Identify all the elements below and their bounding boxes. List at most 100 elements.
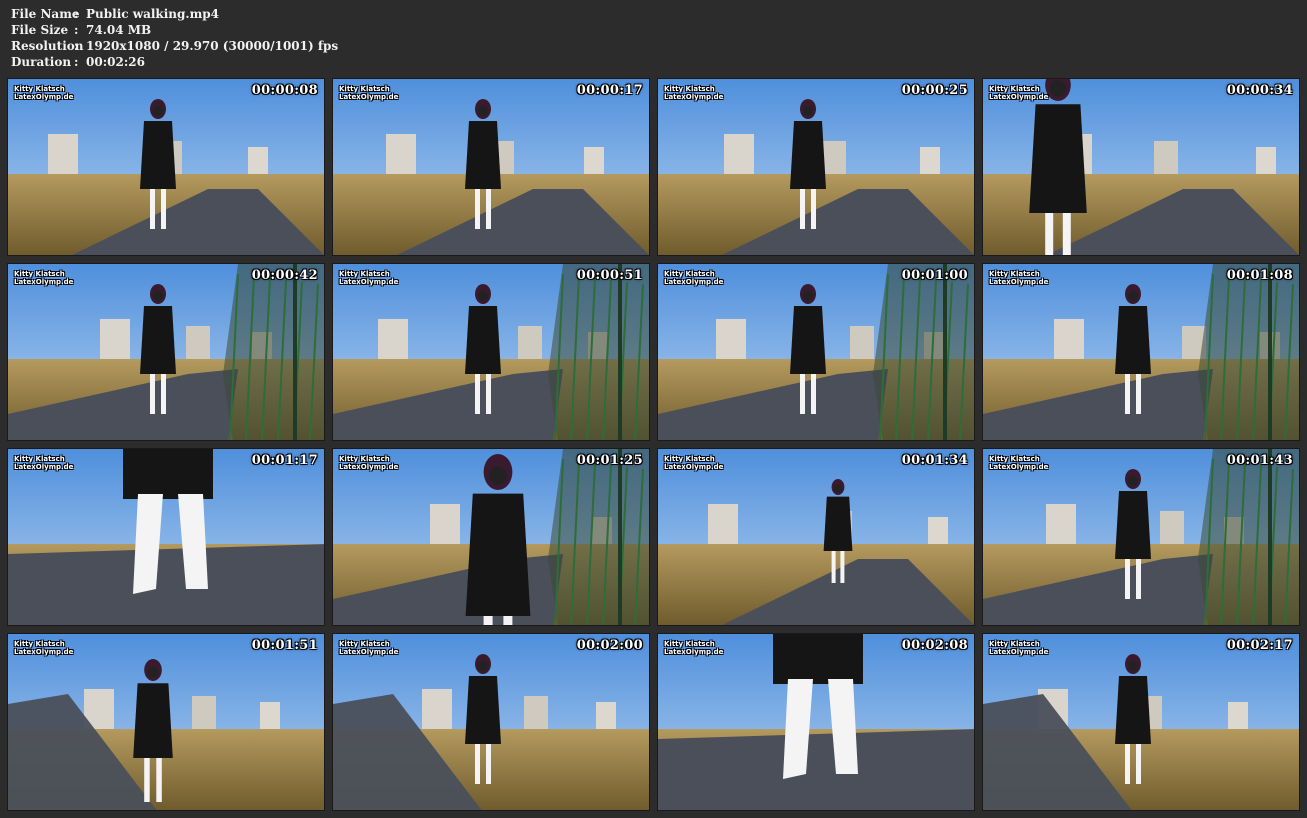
timestamp-label: 00:00:25 xyxy=(901,83,968,98)
thumbnail-image xyxy=(658,449,974,625)
video-thumbnail[interactable]: Kitty Klatsch LatexOlymp.de 00:02:00 xyxy=(332,633,650,811)
video-thumbnail[interactable]: Kitty Klatsch LatexOlymp.de 00:00:08 xyxy=(7,78,325,256)
watermark-line-1: Kitty Klatsch xyxy=(664,455,715,463)
watermark-logo: Kitty Klatsch LatexOlymp.de xyxy=(989,270,1048,286)
watermark-logo: Kitty Klatsch LatexOlymp.de xyxy=(339,85,398,101)
thumbnail-image xyxy=(333,79,649,255)
video-thumbnail[interactable]: Kitty Klatsch LatexOlymp.de 00:00:17 xyxy=(332,78,650,256)
watermark-logo: Kitty Klatsch LatexOlymp.de xyxy=(14,640,73,656)
timestamp-label: 00:01:00 xyxy=(901,268,968,283)
video-thumbnail[interactable]: Kitty Klatsch LatexOlymp.de 00:02:08 xyxy=(657,633,975,811)
watermark-line-2: LatexOlymp.de xyxy=(989,463,1049,471)
video-thumbnail[interactable]: Kitty Klatsch LatexOlymp.de 00:01:17 xyxy=(7,448,325,626)
watermark-logo: Kitty Klatsch LatexOlymp.de xyxy=(664,455,723,471)
watermark-logo: Kitty Klatsch LatexOlymp.de xyxy=(339,455,398,471)
watermark-line-1: Kitty Klatsch xyxy=(339,455,390,463)
thumbnail-image xyxy=(8,79,324,255)
watermark-line-1: Kitty Klatsch xyxy=(989,455,1040,463)
resolution-label: Resolution xyxy=(11,39,84,53)
watermark-line-2: LatexOlymp.de xyxy=(339,648,399,656)
watermark-line-2: LatexOlymp.de xyxy=(339,278,399,286)
file-name-value: Public walking.mp4 xyxy=(86,7,220,21)
video-thumbnail[interactable]: Kitty Klatsch LatexOlymp.de 00:00:25 xyxy=(657,78,975,256)
watermark-line-1: Kitty Klatsch xyxy=(664,270,715,278)
file-size-value: 74.04 MB xyxy=(86,23,152,37)
watermark-logo: Kitty Klatsch LatexOlymp.de xyxy=(14,455,73,471)
resolution-value: 1920x1080 / 29.970 (30000/1001) fps xyxy=(86,39,339,53)
file-size-row: File Size : 74.04 MB xyxy=(11,22,338,38)
timestamp-label: 00:02:17 xyxy=(1226,638,1293,653)
timestamp-label: 00:02:00 xyxy=(576,638,643,653)
file-size-label: File Size xyxy=(11,23,69,37)
watermark-line-1: Kitty Klatsch xyxy=(14,85,65,93)
watermark-logo: Kitty Klatsch LatexOlymp.de xyxy=(14,85,73,101)
watermark-line-2: LatexOlymp.de xyxy=(989,93,1049,101)
watermark-line-1: Kitty Klatsch xyxy=(14,270,65,278)
timestamp-label: 00:01:51 xyxy=(251,638,318,653)
thumbnail-image xyxy=(333,449,649,625)
watermark-logo: Kitty Klatsch LatexOlymp.de xyxy=(664,270,723,286)
file-info-header: File Name : Public walking.mp4 File Size… xyxy=(11,6,338,70)
timestamp-label: 00:00:17 xyxy=(576,83,643,98)
timestamp-label: 00:00:34 xyxy=(1226,83,1293,98)
duration-row: Duration : 00:02:26 xyxy=(11,54,338,70)
timestamp-label: 00:02:08 xyxy=(901,638,968,653)
watermark-line-2: LatexOlymp.de xyxy=(989,278,1049,286)
video-thumbnail[interactable]: Kitty Klatsch LatexOlymp.de 00:01:08 xyxy=(982,263,1300,441)
file-name-row: File Name : Public walking.mp4 xyxy=(11,6,338,22)
watermark-line-2: LatexOlymp.de xyxy=(664,648,724,656)
video-thumbnail[interactable]: Kitty Klatsch LatexOlymp.de 00:00:51 xyxy=(332,263,650,441)
watermark-logo: Kitty Klatsch LatexOlymp.de xyxy=(339,270,398,286)
duration-label: Duration xyxy=(11,55,72,69)
video-thumbnail[interactable]: Kitty Klatsch LatexOlymp.de 00:00:34 xyxy=(982,78,1300,256)
thumbnail-image xyxy=(658,264,974,440)
timestamp-label: 00:01:08 xyxy=(1226,268,1293,283)
separator: : xyxy=(74,23,79,37)
watermark-line-2: LatexOlymp.de xyxy=(989,648,1049,656)
watermark-line-2: LatexOlymp.de xyxy=(14,463,74,471)
video-thumbnail[interactable]: Kitty Klatsch LatexOlymp.de 00:01:00 xyxy=(657,263,975,441)
timestamp-label: 00:00:51 xyxy=(576,268,643,283)
watermark-line-1: Kitty Klatsch xyxy=(339,270,390,278)
thumbnail-image xyxy=(333,634,649,810)
separator: : xyxy=(74,39,79,53)
timestamp-label: 00:01:43 xyxy=(1226,453,1293,468)
timestamp-label: 00:01:25 xyxy=(576,453,643,468)
video-thumbnail[interactable]: Kitty Klatsch LatexOlymp.de 00:00:42 xyxy=(7,263,325,441)
watermark-logo: Kitty Klatsch LatexOlymp.de xyxy=(989,455,1048,471)
thumbnail-grid: Kitty Klatsch LatexOlymp.de 00:00:08 Kitty … xyxy=(7,78,1301,812)
video-thumbnail[interactable]: Kitty Klatsch LatexOlymp.de 00:01:43 xyxy=(982,448,1300,626)
watermark-line-2: LatexOlymp.de xyxy=(339,93,399,101)
separator: : xyxy=(74,55,79,69)
watermark-line-1: Kitty Klatsch xyxy=(664,640,715,648)
watermark-line-2: LatexOlymp.de xyxy=(664,463,724,471)
watermark-line-1: Kitty Klatsch xyxy=(989,640,1040,648)
watermark-logo: Kitty Klatsch LatexOlymp.de xyxy=(339,640,398,656)
watermark-logo: Kitty Klatsch LatexOlymp.de xyxy=(14,270,73,286)
watermark-line-2: LatexOlymp.de xyxy=(664,93,724,101)
resolution-row: Resolution : 1920x1080 / 29.970 (30000/1… xyxy=(11,38,338,54)
thumbnail-image xyxy=(658,634,974,810)
thumbnail-image xyxy=(658,79,974,255)
watermark-line-2: LatexOlymp.de xyxy=(664,278,724,286)
watermark-line-2: LatexOlymp.de xyxy=(14,278,74,286)
video-thumbnail[interactable]: Kitty Klatsch LatexOlymp.de 00:01:34 xyxy=(657,448,975,626)
timestamp-label: 00:00:42 xyxy=(251,268,318,283)
watermark-line-1: Kitty Klatsch xyxy=(989,85,1040,93)
file-name-label: File Name xyxy=(11,7,80,21)
watermark-line-1: Kitty Klatsch xyxy=(989,270,1040,278)
video-thumbnail[interactable]: Kitty Klatsch LatexOlymp.de 00:02:17 xyxy=(982,633,1300,811)
thumbnail-image xyxy=(8,634,324,810)
watermark-line-1: Kitty Klatsch xyxy=(339,640,390,648)
watermark-logo: Kitty Klatsch LatexOlymp.de xyxy=(664,85,723,101)
thumbnail-image xyxy=(333,264,649,440)
watermark-line-1: Kitty Klatsch xyxy=(339,85,390,93)
thumbnail-image xyxy=(8,264,324,440)
timestamp-label: 00:00:08 xyxy=(251,83,318,98)
video-thumbnail[interactable]: Kitty Klatsch LatexOlymp.de 00:01:51 xyxy=(7,633,325,811)
video-thumbnail[interactable]: Kitty Klatsch LatexOlymp.de 00:01:25 xyxy=(332,448,650,626)
watermark-line-1: Kitty Klatsch xyxy=(14,640,65,648)
thumbnail-image xyxy=(983,264,1299,440)
separator: : xyxy=(74,7,79,21)
thumbnail-image xyxy=(983,449,1299,625)
